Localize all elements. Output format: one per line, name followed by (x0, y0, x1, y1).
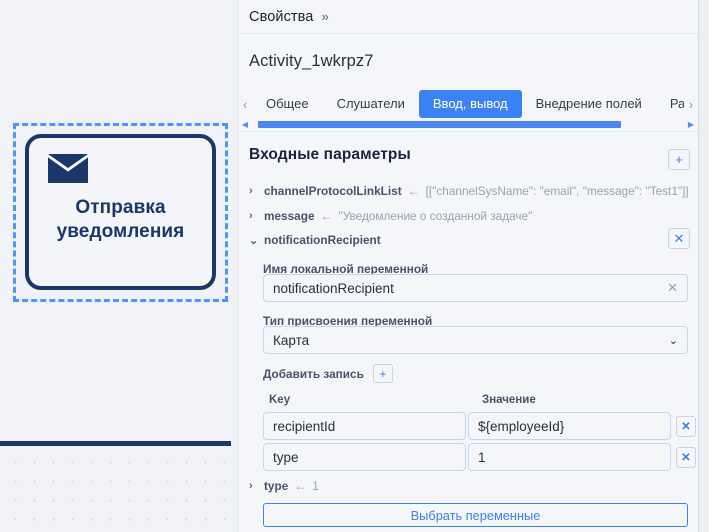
kv-column-key: Key (269, 394, 291, 406)
node-label-line2: уведомления (56, 221, 185, 243)
bpmn-send-task-node[interactable]: Отправка уведомления (13, 123, 228, 302)
kv-table-row: recipientId ${employeeId} ✕ (263, 412, 696, 440)
local-variable-name-value: notificationRecipient (273, 280, 394, 296)
envelope-icon (48, 154, 88, 183)
parameter-value: 1 (312, 479, 319, 493)
scrollbar-track[interactable] (252, 121, 684, 128)
node-body[interactable]: Отправка уведомления (25, 134, 216, 290)
kv-value-input[interactable]: 1 (468, 443, 671, 471)
collapse-caret-icon[interactable]: ⌄ (249, 234, 258, 247)
parameter-value: "Уведомление о созданной задаче" (338, 209, 533, 223)
collapse-panel-icon[interactable]: » (321, 9, 328, 24)
tab-strip: Общее Слушатели Ввод, вывод Внедрение по… (252, 88, 684, 120)
kv-column-value: Значение (482, 394, 536, 406)
tab-vvod-vyvod[interactable]: Ввод, вывод (418, 90, 522, 118)
canvas-dot-grid (0, 447, 237, 532)
node-label-line1: Отправка (75, 197, 166, 218)
parameter-row-message[interactable]: › message ← "Уведомление о созданной зад… (249, 209, 532, 223)
chevron-down-icon[interactable]: ⌄ (669, 334, 678, 347)
node-label: Отправка уведомления (29, 196, 212, 245)
activity-id-heading: Activity_1wkrpz7 (249, 52, 374, 70)
kv-table-row: type 1 ✕ (263, 443, 696, 471)
parameter-row-channelprotocollinklist[interactable]: › channelProtocolLinkList ← [["channelSy… (249, 184, 689, 198)
scrollbar-left-arrow-icon[interactable]: ◀ (238, 120, 252, 129)
tab-bar: ‹ Общее Слушатели Ввод, вывод Внедрение … (238, 88, 698, 120)
parameter-row-type[interactable]: › type ← 1 (249, 479, 319, 493)
kv-delete-row-button[interactable]: ✕ (676, 446, 696, 468)
expand-caret-icon[interactable]: › (249, 210, 258, 222)
tab-scrollbar[interactable]: ◀ ▶ (238, 118, 698, 132)
expand-caret-icon[interactable]: › (249, 185, 258, 197)
parameter-name: notificationRecipient (264, 233, 381, 247)
panel-header: Свойства » (238, 0, 698, 34)
panel-edge-shadow (699, 0, 709, 532)
clear-input-icon[interactable]: ✕ (667, 280, 678, 296)
tab-obshchee[interactable]: Общее (252, 90, 323, 118)
bpmn-canvas[interactable]: Отправка уведомления (0, 0, 237, 532)
properties-panel: Свойства » Activity_1wkrpz7 ‹ Общее Слуш… (237, 0, 699, 532)
tab-ras[interactable]: Рас (656, 90, 684, 118)
add-record-row: Добавить запись + (263, 364, 393, 383)
parameter-name: message (264, 209, 315, 223)
tabs-scroll-right-icon[interactable]: › (684, 97, 698, 112)
select-variables-button[interactable]: Выбрать переменные (263, 503, 688, 527)
tab-vnedrenie-poley[interactable]: Внедрение полей (522, 90, 656, 118)
assignment-type-select[interactable]: Карта ⌄ (263, 326, 688, 354)
panel-title: Свойства (249, 8, 314, 25)
tabs-scroll-left-icon[interactable]: ‹ (238, 97, 252, 112)
kv-value-input[interactable]: ${employeeId} (468, 412, 671, 440)
assign-arrow-icon: ← (407, 184, 420, 198)
parameter-value: [["channelSysName": "email", "message": … (425, 184, 689, 198)
local-variable-name-input[interactable]: notificationRecipient ✕ (263, 274, 688, 302)
assign-arrow-icon: ← (320, 209, 333, 223)
scrollbar-thumb[interactable] (258, 121, 621, 128)
delete-parameter-button[interactable]: ✕ (668, 228, 690, 249)
input-parameters-heading: Входные параметры (249, 146, 411, 163)
parameter-name: type (264, 479, 289, 493)
tab-slushateli[interactable]: Слушатели (323, 90, 419, 118)
assign-arrow-icon: ← (294, 479, 307, 493)
scrollbar-right-arrow-icon[interactable]: ▶ (684, 120, 698, 129)
add-record-label: Добавить запись (263, 366, 364, 381)
kv-key-input[interactable]: recipientId (263, 412, 466, 440)
assignment-type-value: Карта (273, 332, 310, 348)
kv-delete-row-button[interactable]: ✕ (676, 415, 696, 437)
parameter-row-notificationrecipient[interactable]: ⌄ notificationRecipient (249, 233, 381, 247)
expand-caret-icon[interactable]: › (249, 480, 258, 492)
add-record-button[interactable]: + (372, 364, 393, 383)
parameter-name: channelProtocolLinkList (264, 184, 402, 198)
kv-key-input[interactable]: type (263, 443, 466, 471)
kv-table-header: Key Значение (238, 394, 698, 408)
add-input-parameter-button[interactable]: + (668, 149, 690, 170)
pool-lane-divider (0, 441, 231, 446)
